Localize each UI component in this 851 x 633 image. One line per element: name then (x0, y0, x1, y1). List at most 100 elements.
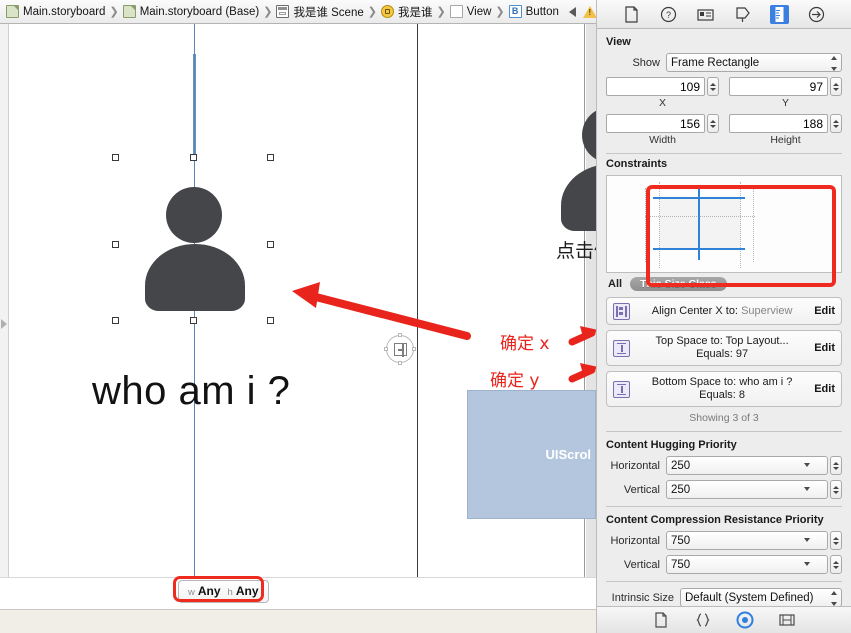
resize-widget-bar (402, 344, 404, 357)
size-inspector-icon[interactable] (770, 4, 789, 24)
constraint-edit-button[interactable]: Edit (814, 342, 835, 354)
constraint-text: Top Space to: Top Layout... Equals: 97 (636, 335, 808, 361)
breadcrumb-label: Main.storyboard (Base) (139, 5, 260, 18)
hugging-vertical-combo[interactable]: 250 (666, 480, 828, 499)
previous-issue-button[interactable] (568, 6, 576, 17)
x-input[interactable]: 109 (606, 77, 705, 96)
hugging-horizontal-stepper[interactable] (830, 456, 842, 475)
constraints-preview[interactable] (606, 175, 842, 273)
resize-widget-handle[interactable] (412, 347, 416, 351)
resize-widget-inner (394, 343, 407, 357)
y-input[interactable]: 97 (729, 77, 828, 96)
compression-vertical-combo[interactable]: 750 (666, 555, 828, 574)
label-who-am-i[interactable]: who am i ? (92, 369, 290, 414)
width-label: Width (649, 134, 676, 146)
hugging-vertical-stepper[interactable] (830, 480, 842, 499)
media-library-icon[interactable] (778, 611, 796, 629)
height-input[interactable]: 188 (729, 114, 828, 133)
height-label: Height (770, 134, 801, 146)
avatar-body (561, 164, 596, 231)
intrinsic-size-label: Intrinsic Size (611, 591, 674, 604)
breadcrumb-item-button[interactable]: B Button (508, 5, 559, 18)
content-compression-title: Content Compression Resistance Priority (606, 514, 824, 526)
breadcrumb-separator: ❯ (436, 6, 446, 18)
library-selector-bar (597, 606, 851, 633)
vertical-space-icon (613, 339, 630, 357)
size-class-selector[interactable]: w Any h Any (178, 580, 269, 603)
breadcrumb-label: 我是谁 Scene (293, 6, 364, 19)
selection-handle[interactable] (267, 317, 274, 324)
view-controller-icon (380, 5, 394, 18)
button-icon: B (508, 5, 522, 18)
width-stepper[interactable] (707, 114, 719, 133)
size-class-width-value: Any (197, 584, 221, 598)
width-field-cell: 156 Width (606, 114, 719, 146)
file-template-library-icon[interactable] (652, 611, 670, 629)
resize-widget-handle[interactable] (398, 361, 402, 365)
uiscrollview-element[interactable]: UIScrol (467, 390, 596, 519)
constraint-edit-button[interactable]: Edit (814, 383, 835, 395)
scope-size-class-toggle[interactable]: This Size Class (630, 277, 727, 291)
breadcrumb-item-view[interactable]: View (449, 5, 492, 18)
quick-help-inspector-icon[interactable]: ? (659, 5, 678, 24)
file-inspector-icon[interactable] (622, 5, 641, 24)
resize-widget-handle[interactable] (398, 333, 402, 337)
code-snippet-library-icon[interactable] (694, 611, 712, 629)
attributes-inspector-icon[interactable] (733, 5, 752, 24)
x-stepper[interactable] (707, 77, 719, 96)
person-placeholder-icon[interactable] (556, 79, 596, 231)
compression-horizontal-combo[interactable]: 750 (666, 531, 828, 550)
canvas-left-rail (0, 24, 9, 577)
storyboard-file-icon (6, 5, 19, 18)
object-library-icon[interactable] (736, 611, 754, 629)
label-scene2-text[interactable]: 点击修 (556, 236, 596, 263)
scope-all-label[interactable]: All (608, 278, 622, 290)
y-label: Y (781, 97, 789, 109)
intrinsic-size-row: Intrinsic Size Default (System Defined) (606, 588, 842, 606)
expand-navigator-arrow-icon[interactable] (1, 319, 7, 329)
breadcrumb-item-view-controller[interactable]: 我是谁 (380, 4, 432, 20)
inspector-content: View Show Frame Rectangle 109 X 97 Y 156… (597, 29, 851, 606)
constraint-edit-button[interactable]: Edit (814, 305, 835, 317)
width-input[interactable]: 156 (606, 114, 705, 133)
view-icon (449, 5, 463, 18)
hugging-horizontal-combo[interactable]: 250 (666, 456, 828, 475)
breadcrumb-item-main-storyboard[interactable]: Main.storyboard (6, 5, 105, 18)
constraint-row-bottom-space[interactable]: Bottom Space to: who am i ? Equals: 8 Ed… (606, 371, 842, 407)
selection-handle[interactable] (190, 317, 197, 324)
identity-inspector-icon[interactable] (696, 5, 715, 24)
chevron-down-icon (802, 487, 811, 491)
selection-handle[interactable] (267, 154, 274, 161)
hugging-horizontal-value: 250 (671, 459, 691, 472)
warning-triangle-icon[interactable] (582, 5, 596, 18)
issue-navigation-controls (568, 5, 596, 18)
document-icon (122, 5, 136, 18)
constraint-row-top-space[interactable]: Top Space to: Top Layout... Equals: 97 E… (606, 330, 842, 366)
selection-handle[interactable] (267, 241, 274, 248)
compression-horizontal-stepper[interactable] (830, 531, 842, 550)
selection-handle[interactable] (112, 317, 119, 324)
connections-inspector-icon[interactable] (807, 5, 826, 24)
selection-handle[interactable] (112, 241, 119, 248)
compression-horizontal-row: Horizontal 750 (606, 531, 842, 550)
constraint-row-align-center-x[interactable]: Align Center X to: Superview Edit (606, 297, 842, 325)
resize-widget-handle[interactable] (384, 347, 388, 351)
compression-vertical-label: Vertical (623, 558, 660, 571)
interface-builder-canvas[interactable]: who am i ? 点击修 UIScrol (0, 24, 596, 577)
size-class-height-value: Any (235, 584, 259, 598)
height-stepper[interactable] (830, 114, 842, 133)
preview-dotted-guide (659, 182, 660, 268)
show-popup-button[interactable]: Frame Rectangle (666, 53, 842, 72)
breadcrumb-item-scene[interactable]: 我是谁 Scene (276, 4, 364, 20)
compression-vertical-stepper[interactable] (830, 555, 842, 574)
vertical-space-icon (613, 380, 630, 398)
size-class-width-prefix: w (188, 587, 195, 598)
hugging-vertical-row: Vertical 250 (606, 480, 842, 499)
breadcrumb-item-main-storyboard-base[interactable]: Main.storyboard (Base) (122, 5, 260, 18)
selection-handle[interactable] (112, 154, 119, 161)
intrinsic-size-popup[interactable]: Default (System Defined) (680, 588, 842, 606)
breadcrumb-label: View (466, 5, 492, 18)
y-stepper[interactable] (830, 77, 842, 96)
canvas-resize-widget[interactable] (384, 333, 416, 365)
person-placeholder-icon[interactable] (140, 159, 250, 311)
